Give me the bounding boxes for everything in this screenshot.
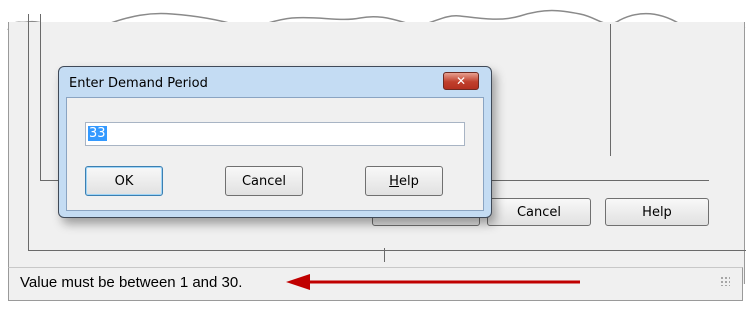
demand-period-input[interactable]: 33 [85, 122, 465, 146]
close-button[interactable]: ✕ [443, 72, 479, 90]
divider [384, 248, 385, 262]
cancel-button[interactable]: Cancel [225, 166, 303, 196]
divider [610, 24, 611, 156]
enter-demand-period-dialog: Enter Demand Period ✕ 33 OK Cancel Help [58, 66, 492, 218]
close-icon: ✕ [455, 74, 467, 88]
help-button[interactable]: Help [365, 166, 443, 196]
annotation-arrow-icon [286, 274, 580, 290]
dialog-title-bar[interactable]: Enter Demand Period ✕ [59, 67, 491, 97]
dialog-client-area: 33 OK Cancel Help [66, 97, 484, 211]
status-message: Value must be between 1 and 30. [20, 274, 243, 291]
help-accelerator: H [389, 173, 399, 189]
ok-button[interactable]: OK [85, 166, 163, 196]
resize-grip-icon[interactable] [720, 276, 730, 286]
dialog-title: Enter Demand Period [69, 76, 208, 91]
help-label-rest: elp [398, 173, 419, 189]
background-cancel-button[interactable]: Cancel [487, 198, 591, 226]
background-help-button[interactable]: Help [605, 198, 709, 226]
selected-input-text: 33 [88, 126, 107, 141]
